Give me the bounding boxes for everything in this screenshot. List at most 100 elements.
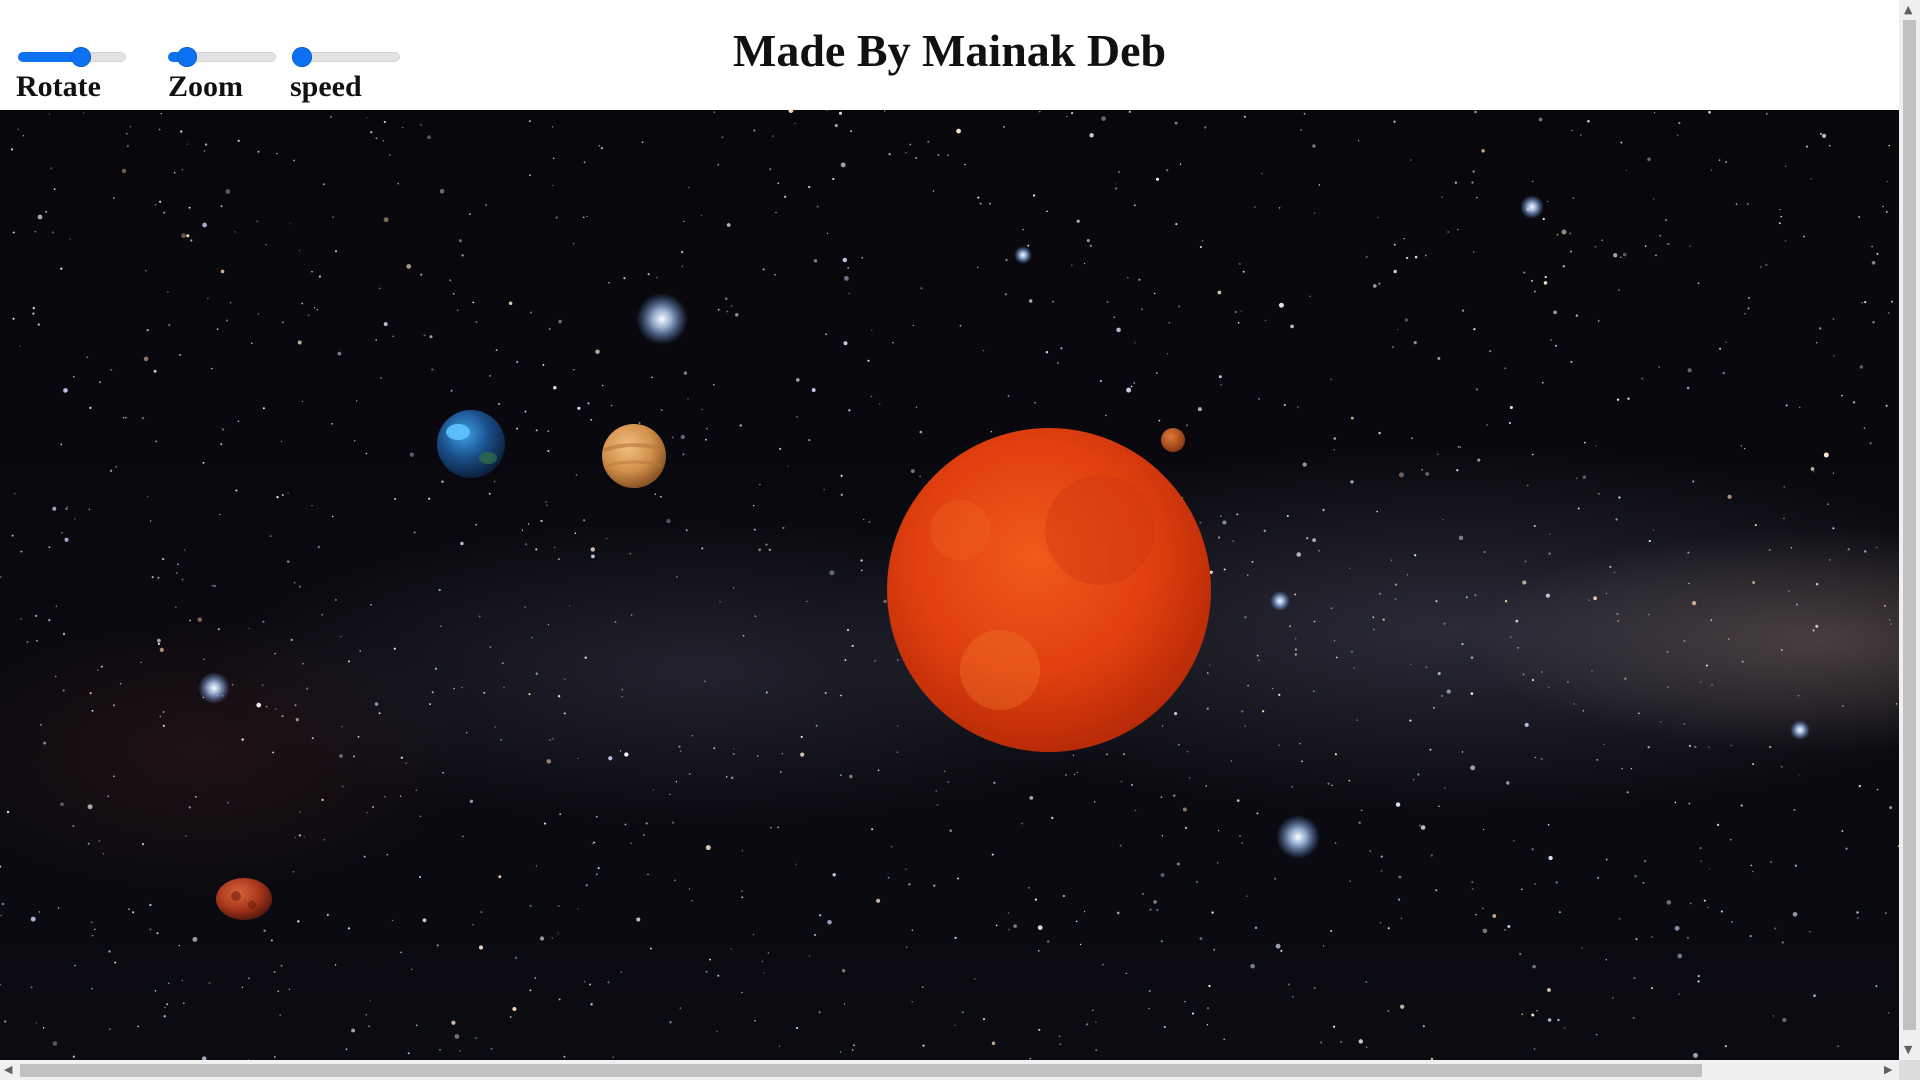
mars[interactable] — [216, 878, 272, 920]
horizontal-scroll-thumb[interactable] — [20, 1064, 1702, 1077]
star — [220, 269, 225, 274]
star — [1632, 1016, 1635, 1019]
star — [1571, 129, 1573, 132]
star — [203, 150, 206, 152]
star — [1278, 744, 1280, 746]
star — [838, 111, 843, 115]
star — [272, 751, 275, 754]
star — [768, 548, 771, 552]
star — [450, 389, 453, 392]
star — [1569, 232, 1572, 235]
star — [815, 724, 818, 727]
star — [843, 1003, 846, 1005]
star — [241, 986, 244, 989]
star — [347, 927, 351, 930]
star — [554, 546, 556, 549]
star — [1837, 1045, 1839, 1047]
star — [674, 879, 676, 882]
star — [1161, 835, 1164, 837]
star — [499, 738, 503, 741]
star — [1476, 196, 1478, 199]
star — [1353, 667, 1355, 669]
star — [402, 126, 404, 129]
star — [1358, 821, 1361, 824]
mercury[interactable] — [1161, 428, 1185, 452]
star — [1191, 1012, 1195, 1015]
star — [563, 712, 566, 715]
star — [423, 334, 426, 337]
star — [1547, 988, 1551, 992]
star — [726, 776, 728, 778]
star — [742, 634, 745, 637]
star — [337, 351, 342, 356]
star — [1028, 887, 1030, 889]
scroll-down-icon[interactable]: ▼ — [1904, 1044, 1912, 1055]
scroll-up-icon[interactable]: ▲ — [1904, 4, 1912, 15]
star — [478, 615, 481, 618]
star — [295, 718, 299, 722]
star — [1222, 520, 1227, 525]
star — [675, 781, 678, 783]
star — [298, 811, 301, 813]
star — [1768, 549, 1771, 551]
star — [120, 683, 122, 685]
star — [203, 658, 205, 661]
star — [1624, 677, 1627, 680]
star — [1126, 387, 1132, 393]
star — [1515, 619, 1519, 623]
star — [840, 474, 843, 477]
star — [38, 911, 41, 913]
vertical-scrollbar[interactable]: ▲ ▼ — [1899, 0, 1920, 1060]
space-scene[interactable] — [0, 110, 1899, 1060]
star — [1029, 299, 1033, 303]
star — [1470, 692, 1474, 695]
star — [1409, 719, 1412, 722]
scroll-left-icon[interactable]: ◀ — [4, 1064, 12, 1075]
star — [497, 402, 501, 405]
star — [274, 652, 276, 655]
star — [1027, 244, 1030, 247]
star — [868, 520, 871, 523]
star — [927, 140, 930, 143]
star — [887, 876, 890, 879]
star — [1309, 295, 1311, 298]
star — [619, 750, 622, 752]
star — [326, 913, 329, 917]
star — [1240, 310, 1242, 312]
venus[interactable] — [602, 424, 666, 488]
bright-star — [1790, 720, 1810, 740]
star — [485, 204, 488, 206]
star — [1300, 129, 1302, 131]
star — [176, 572, 178, 574]
star — [1206, 1024, 1209, 1026]
star — [1875, 546, 1878, 549]
star — [50, 167, 53, 170]
star — [911, 929, 913, 931]
star — [392, 335, 394, 337]
earth[interactable] — [437, 410, 505, 478]
star — [1335, 656, 1338, 659]
scroll-right-icon[interactable]: ▶ — [1884, 1064, 1892, 1075]
star — [937, 153, 940, 156]
star — [1066, 115, 1068, 118]
star — [666, 518, 671, 524]
horizontal-scrollbar[interactable]: ◀ ▶ — [0, 1060, 1899, 1080]
star — [1196, 880, 1199, 883]
star — [1618, 917, 1621, 920]
star — [321, 798, 324, 802]
star — [682, 453, 685, 456]
star — [1486, 424, 1488, 426]
sun[interactable] — [887, 428, 1211, 752]
star — [1664, 218, 1668, 222]
star — [1440, 694, 1444, 698]
star — [905, 946, 908, 949]
star — [1199, 937, 1203, 941]
star — [1102, 963, 1104, 966]
star — [933, 884, 936, 887]
vertical-scroll-thumb[interactable] — [1903, 20, 1916, 1030]
star — [298, 834, 301, 837]
star — [1417, 773, 1420, 776]
star — [1340, 1040, 1343, 1043]
bright-star — [636, 293, 688, 345]
star — [610, 404, 613, 407]
